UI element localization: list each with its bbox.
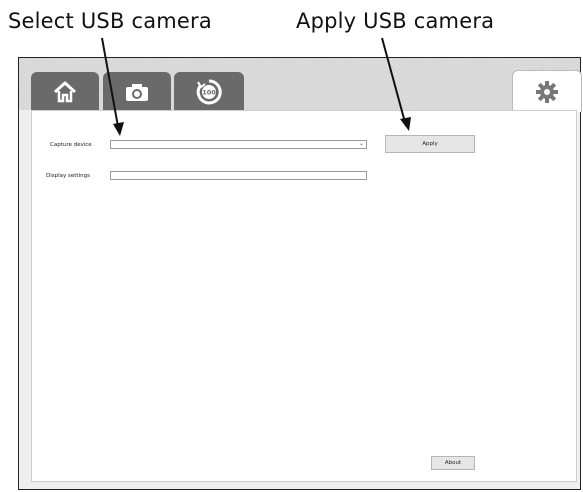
tab-bar: 100: [19, 58, 582, 112]
callout-apply-usb-camera: Apply USB camera: [296, 9, 495, 33]
about-button[interactable]: About: [431, 456, 475, 470]
tab-settings[interactable]: [512, 70, 582, 112]
timer-100-icon: 100: [196, 79, 222, 105]
settings-panel: Capture device ⌄ Display settings Apply …: [31, 110, 577, 482]
display-settings-field[interactable]: [110, 171, 367, 180]
display-settings-label: Display settings: [46, 173, 90, 179]
camera-icon: [126, 84, 148, 101]
home-icon: [53, 81, 77, 103]
tab-timer[interactable]: 100: [174, 72, 244, 112]
tab-home[interactable]: [31, 72, 99, 112]
capture-device-label: Capture device: [50, 142, 92, 148]
tab-camera[interactable]: [103, 72, 171, 112]
timer-badge: 100: [202, 89, 216, 97]
app-window: 100 Capture device ⌄ Display settings Ap…: [18, 57, 582, 490]
gear-icon: [536, 80, 558, 103]
chevron-down-icon: ⌄: [358, 140, 364, 147]
capture-device-select[interactable]: ⌄: [110, 140, 367, 149]
callout-select-usb-camera: Select USB camera: [8, 9, 212, 33]
apply-button[interactable]: Apply: [385, 135, 475, 153]
